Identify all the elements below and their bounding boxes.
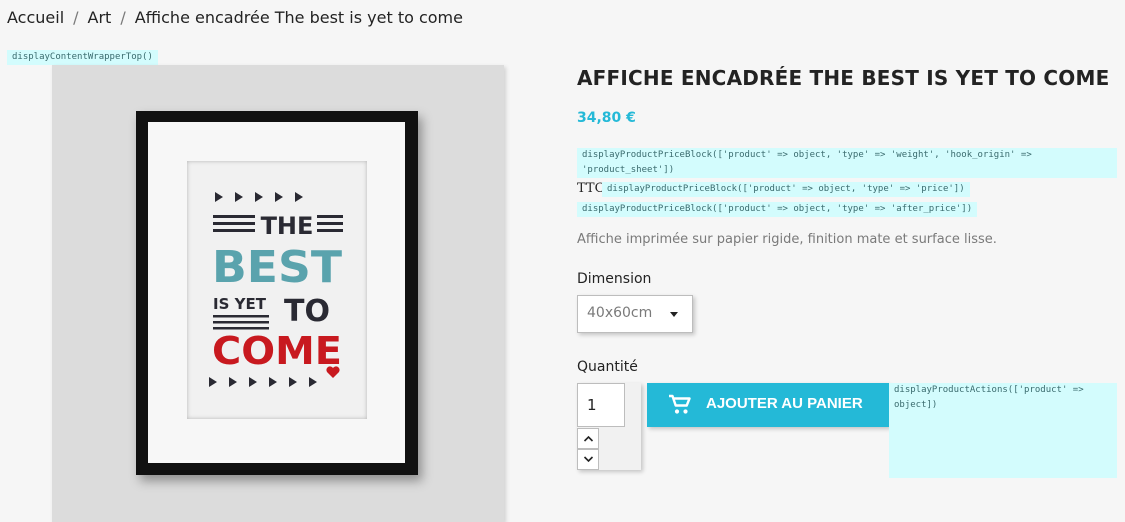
poster-arrow — [209, 377, 217, 387]
add-to-cart-button[interactable]: AJOUTER AU PANIER — [647, 383, 889, 427]
poster-arrow-row — [215, 192, 303, 202]
poster-stripes-mid — [213, 315, 269, 330]
heart-icon — [326, 366, 340, 378]
poster-stripes-left — [213, 215, 255, 232]
shopping-cart-icon — [669, 394, 691, 414]
breadcrumb-item-category[interactable]: Art — [88, 8, 112, 27]
quantity-label: Quantité — [577, 359, 638, 375]
dimension-select-value: 40x60cm — [587, 305, 653, 321]
poster-arrow — [289, 377, 297, 387]
breadcrumb: Accueil / Art / Affiche encadrée The best is… — [7, 8, 463, 27]
breadcrumb-separator: / — [120, 8, 126, 27]
poster-text-come: COME — [212, 329, 342, 373]
poster-artwork: THE BEST IS YET TO COME — [209, 192, 343, 387]
poster-arrow — [275, 192, 283, 202]
poster-stripes-right — [317, 215, 343, 232]
poster-arrow — [269, 377, 277, 387]
poster-text-to: TO — [284, 294, 330, 329]
hook-product-actions: displayProductActions(['product' => obje… — [889, 383, 1117, 478]
dimension-select[interactable]: 40x60cm — [577, 295, 693, 333]
variant-label: Dimension — [577, 271, 652, 287]
poster-arrow — [229, 377, 237, 387]
breadcrumb-separator: / — [73, 8, 79, 27]
poster-arrow-row — [209, 377, 317, 387]
chevron-down-icon — [670, 312, 678, 317]
hook-price-after: displayProductPriceBlock(['product' => o… — [577, 202, 978, 217]
poster-text-is-yet: IS YET — [213, 295, 267, 313]
poster-arrow — [235, 192, 243, 202]
poster-arrow — [309, 377, 317, 387]
breadcrumb-item-home[interactable]: Accueil — [7, 8, 64, 27]
breadcrumb-item-current: Affiche encadrée The best is yet to come — [134, 8, 463, 27]
poster-text-the: THE — [261, 212, 314, 240]
hook-price-price: displayProductPriceBlock(['product' => o… — [602, 182, 970, 197]
poster-arrow — [249, 377, 257, 387]
poster-arrow — [255, 192, 263, 202]
quantity-input[interactable]: 1 — [577, 383, 625, 427]
tax-label: TTC — [577, 181, 605, 196]
poster-text-best: BEST — [212, 242, 342, 293]
product-poster: THE BEST IS YET TO COME — [187, 161, 367, 419]
hook-content-wrapper-top: displayContentWrapperTop() — [7, 50, 158, 65]
add-to-cart-label: AJOUTER AU PANIER — [706, 395, 863, 412]
product-description: Affiche imprimée sur papier rigide, fini… — [577, 232, 997, 247]
poster-arrow — [215, 192, 223, 202]
quantity-decrease-button[interactable] — [577, 449, 599, 470]
poster-arrow — [295, 192, 303, 202]
quantity-increase-button[interactable] — [577, 428, 599, 449]
hook-price-weight: displayProductPriceBlock(['product' => o… — [577, 148, 1117, 178]
chevron-down-icon — [583, 456, 594, 463]
chevron-up-icon — [583, 435, 594, 442]
product-price: 34,80 € — [577, 110, 636, 126]
product-title: AFFICHE ENCADRÉE THE BEST IS YET TO COME — [577, 66, 1110, 90]
